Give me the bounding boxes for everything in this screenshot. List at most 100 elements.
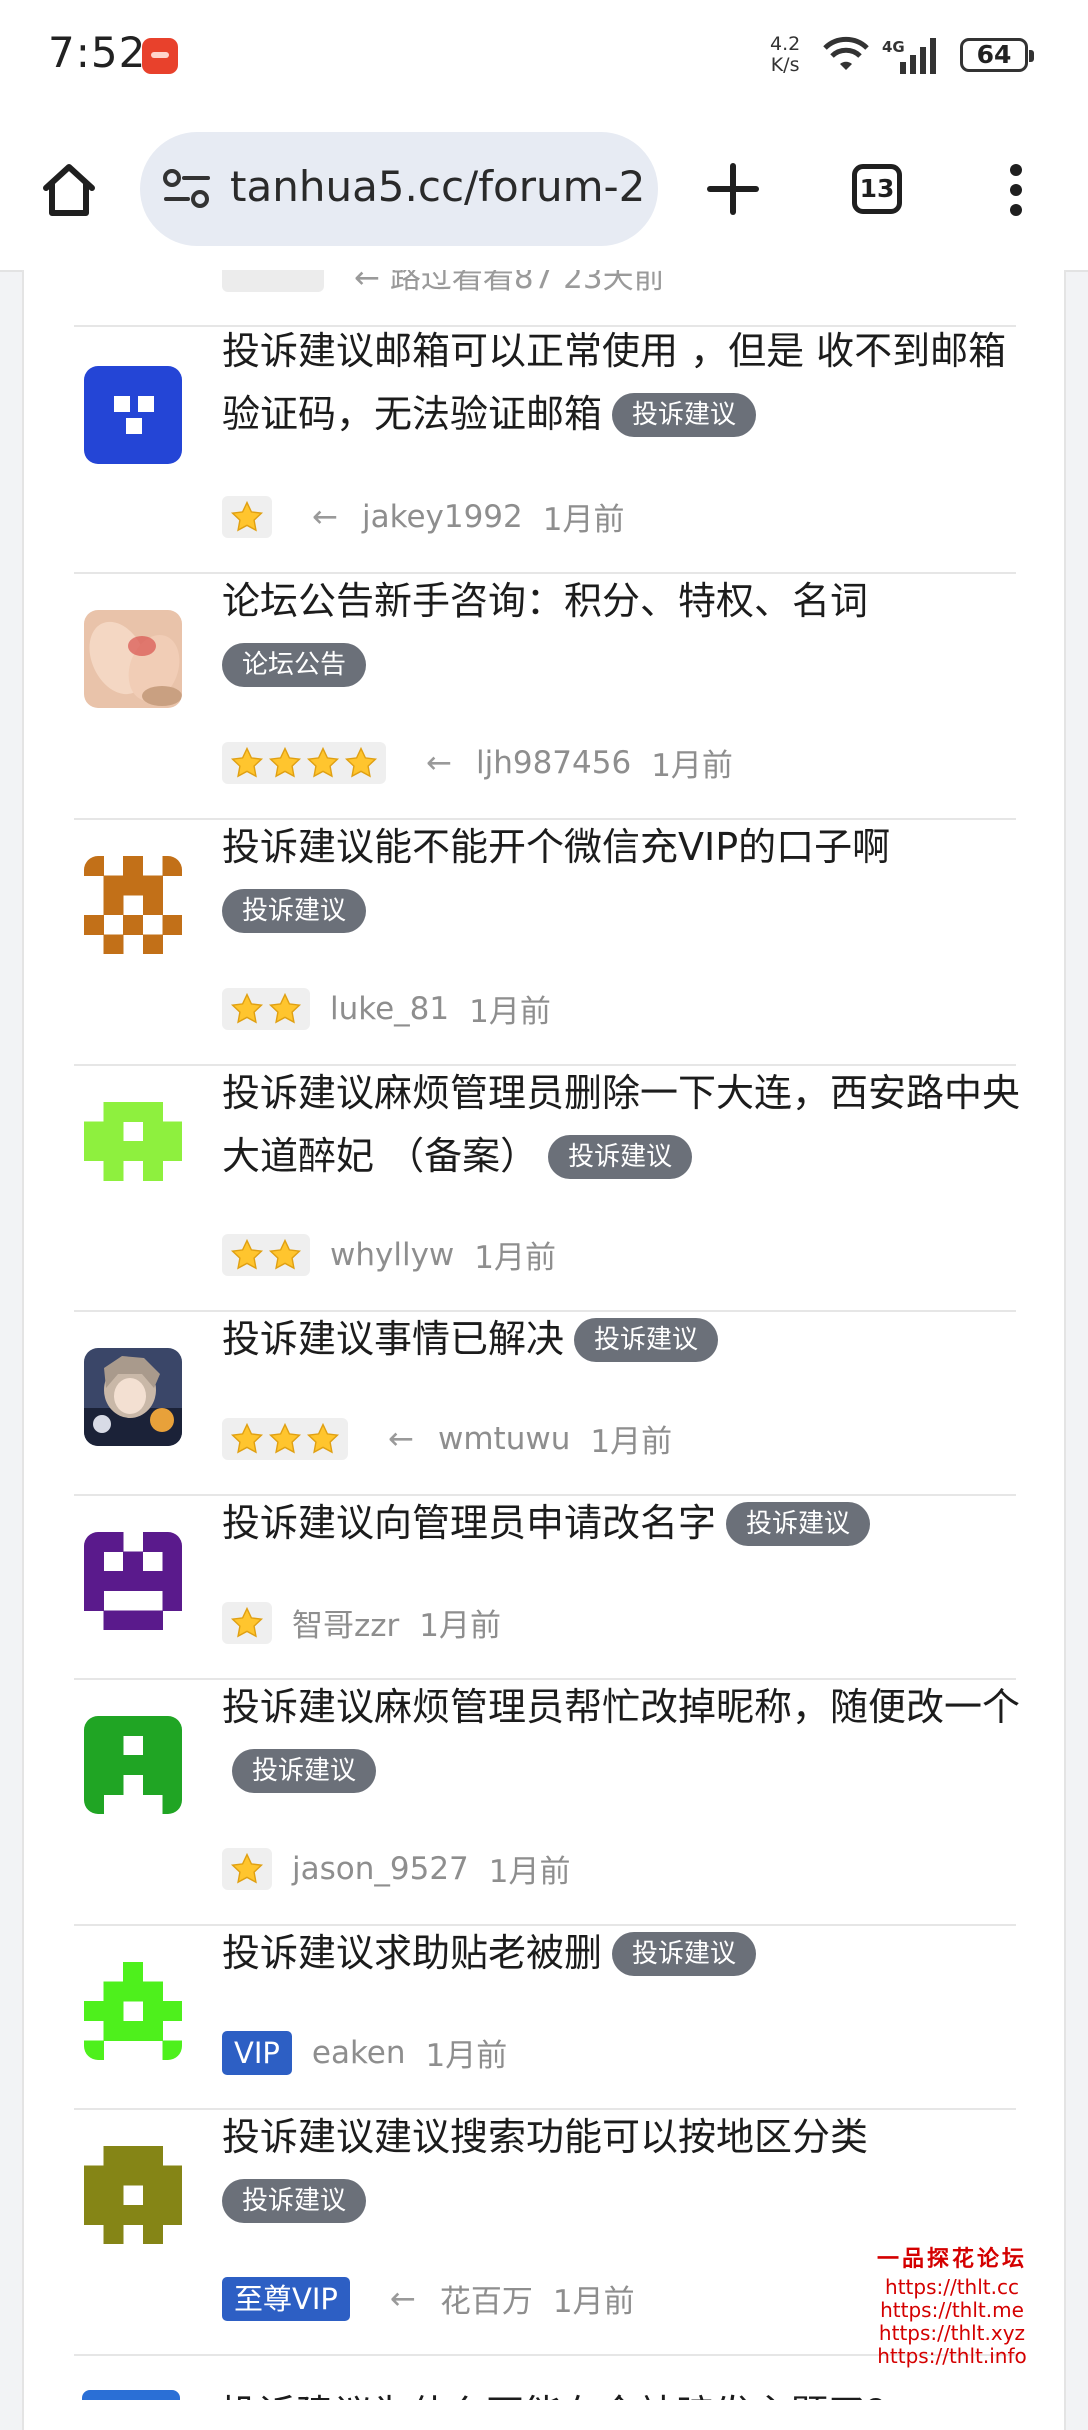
more-menu-icon[interactable] xyxy=(1006,162,1026,218)
thread-title[interactable]: 投诉建议向管理员申请改名字 投诉建议 xyxy=(222,1492,1042,1555)
thread-title[interactable]: 投诉建议能不能开个微信充VIP的口子啊 投诉建议 xyxy=(222,816,1042,942)
star-icon xyxy=(230,1852,264,1883)
category-tag[interactable]: 投诉建议 xyxy=(574,1318,719,1362)
category-tag[interactable]: 投诉建议 xyxy=(548,1135,693,1179)
star-icon xyxy=(268,992,302,1023)
avatar[interactable] xyxy=(82,2390,180,2400)
last-reply-arrow-icon: ← xyxy=(426,744,452,781)
author-name[interactable]: whyllyw xyxy=(330,1237,454,1273)
avatar[interactable] xyxy=(84,610,182,708)
thread-title-text[interactable]: 投诉建议事情已解决 xyxy=(222,1317,564,1361)
star-icon xyxy=(344,746,378,777)
thread-meta: jason_9527 1月前 xyxy=(222,1846,571,1890)
last-reply-arrow-icon: ← xyxy=(388,1420,414,1457)
author-name[interactable]: eaken xyxy=(312,2035,406,2071)
avatar[interactable] xyxy=(84,2146,182,2244)
star-icon xyxy=(306,746,340,777)
author-name[interactable]: 花百万 xyxy=(440,2276,533,2321)
post-time: 1月前 xyxy=(651,748,733,784)
watermark-link: https://thlt.info xyxy=(877,2344,1027,2368)
thread-title-text[interactable]: 投诉建议能不能开个微信充VIP的口子啊 xyxy=(222,825,890,869)
avatar[interactable] xyxy=(84,1716,182,1814)
site-settings-icon[interactable] xyxy=(162,168,212,210)
vip-badge: 至尊VIP xyxy=(222,2276,350,2321)
thread-meta: 智哥zzr 1月前 xyxy=(222,1600,501,1644)
thread-meta: ← ljh987456 1月前 xyxy=(222,740,733,784)
post-time: 1月前 xyxy=(488,1854,571,1890)
author-name[interactable]: jason_9527 xyxy=(292,1851,469,1887)
star-icon xyxy=(230,746,264,777)
author-name[interactable]: wmtuwu xyxy=(438,1421,570,1457)
thread-meta: 至尊VIP ← 花百万 1月前 xyxy=(222,2276,635,2321)
thread-title-text[interactable]: 投诉建议向管理员申请改名字 xyxy=(222,1501,716,1545)
thread-title[interactable]: 投诉建议建议搜索功能可以按地区分类 投诉建议 xyxy=(222,2106,1042,2232)
thread-title-text[interactable]: 投诉建议麻烦管理员帮忙改掉昵称，随便改一个 xyxy=(222,1685,1020,1729)
url-text[interactable]: tanhua5.cc/forum-2 xyxy=(230,162,645,211)
author-name[interactable]: 智哥zzr xyxy=(292,1600,399,1645)
thread-title[interactable]: 投诉建议邮箱可以正常使用 ，但是 收不到邮箱验证码，无法验证邮箱 投诉建议 xyxy=(222,320,1042,446)
avatar[interactable] xyxy=(84,366,182,464)
rating-stars xyxy=(222,1847,272,1890)
new-tab-icon[interactable] xyxy=(706,162,760,216)
home-icon[interactable] xyxy=(40,162,98,218)
category-tag[interactable]: 投诉建议 xyxy=(726,1502,871,1546)
category-tag[interactable]: 论坛公告 xyxy=(222,643,367,687)
thread-title[interactable]: 投诉建议事情已解决 投诉建议 xyxy=(222,1308,1042,1371)
rating-stars xyxy=(222,1233,310,1276)
author-name[interactable]: luke_81 xyxy=(330,991,449,1027)
status-time: 7:52 xyxy=(48,28,147,77)
star-icon xyxy=(230,1238,264,1269)
post-time: 1月前 xyxy=(552,2284,635,2320)
thread-title-text[interactable]: 投诉建议建议搜索功能可以按地区分类 xyxy=(222,2115,868,2159)
tab-switcher-button[interactable]: 13 xyxy=(852,164,902,214)
post-time: 1月前 xyxy=(419,1608,502,1644)
star-icon xyxy=(230,992,264,1023)
avatar[interactable] xyxy=(84,1532,182,1630)
thread-title[interactable]: 投诉建议求助贴老被删 投诉建议 xyxy=(222,1922,1042,1985)
star-icon xyxy=(268,746,302,777)
notification-app-icon xyxy=(142,38,178,74)
thread-title[interactable]: 论坛公告新手咨询：积分、特权、名词 论坛公告 xyxy=(222,570,1042,696)
watermark-link: https://thlt.xyz xyxy=(878,2321,1026,2345)
category-tag[interactable]: 投诉建议 xyxy=(612,1932,757,1976)
thread-meta: VIP eaken 1月前 xyxy=(222,2030,508,2075)
thread-list: ← 路过看看87 23天前 投诉建议邮箱可以正常使用 ，但是 收不到邮箱验证码，… xyxy=(22,270,1066,2430)
category-tag[interactable]: 投诉建议 xyxy=(612,393,757,437)
watermark-link: https://thlt.cc xyxy=(885,2275,1019,2299)
post-time: 1月前 xyxy=(425,2038,508,2074)
star-icon xyxy=(230,500,264,531)
thread-title[interactable]: 投诉建议麻烦管理员帮忙改掉昵称，随便改一个投诉建议 xyxy=(222,1676,1022,1802)
post-time: 1月前 xyxy=(590,1424,673,1460)
partial-thread-meta: ← 路过看看87 23天前 xyxy=(354,270,665,296)
last-reply-arrow-icon: ← xyxy=(312,498,338,535)
avatar[interactable] xyxy=(84,1102,182,1200)
thread-meta: ← jakey1992 1月前 xyxy=(222,494,625,538)
watermark: 一品探花论坛 https://thlt.cc https://thlt.me h… xyxy=(852,2242,1052,2368)
last-reply-arrow-icon: ← xyxy=(389,2280,416,2317)
rating-stars xyxy=(222,1601,272,1644)
author-name[interactable]: ljh987456 xyxy=(476,745,631,781)
post-time: 1月前 xyxy=(474,1240,557,1276)
avatar[interactable] xyxy=(84,856,182,954)
thread-title[interactable]: 投诉建议为什么不能在全站暗发主题了？ xyxy=(220,2383,904,2400)
network-type-label: 4G xyxy=(882,38,905,56)
avatar[interactable] xyxy=(84,1348,182,1446)
thread-title[interactable]: 投诉建议麻烦管理员删除一下大连，西安路中央大道醉妃 （备案） 投诉建议 xyxy=(222,1062,1022,1188)
vip-badge: VIP xyxy=(222,2030,292,2075)
thread-meta: ← wmtuwu 1月前 xyxy=(222,1416,672,1460)
avatar[interactable] xyxy=(84,1962,182,2060)
watermark-link: https://thlt.me xyxy=(880,2298,1024,2322)
cellular-signal-icon: 4G xyxy=(882,38,936,74)
star-icon xyxy=(230,1606,264,1637)
star-icon xyxy=(268,1238,302,1269)
url-bar[interactable]: tanhua5.cc/forum-2 xyxy=(140,132,658,246)
author-name[interactable]: jakey1992 xyxy=(362,499,523,535)
watermark-logo: 一品探花论坛 xyxy=(876,2246,1027,2272)
category-tag[interactable]: 投诉建议 xyxy=(222,2179,367,2223)
star-icon xyxy=(230,1422,264,1453)
category-tag[interactable]: 投诉建议 xyxy=(222,889,367,933)
thread-title-text[interactable]: 论坛公告新手咨询：积分、特权、名词 xyxy=(222,579,868,623)
thread-title-text[interactable]: 投诉建议求助贴老被删 xyxy=(222,1931,602,1975)
category-tag[interactable]: 投诉建议 xyxy=(232,1749,377,1793)
partial-thread-row[interactable]: ← 路过看看87 23天前 xyxy=(24,270,1064,326)
